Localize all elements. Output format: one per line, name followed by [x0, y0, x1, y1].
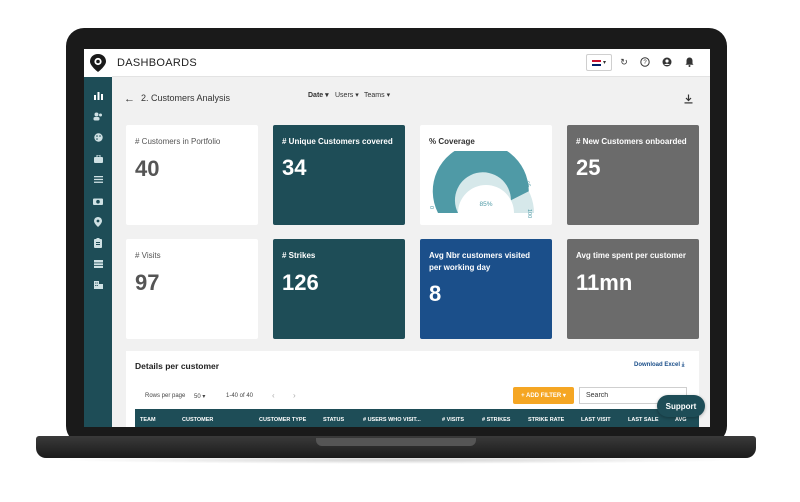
- users-icon[interactable]: [84, 106, 112, 127]
- download-icon[interactable]: [684, 94, 693, 106]
- logo-pin-icon: [90, 54, 106, 72]
- details-panel: Details per customer Download Excel ⤓ Ro…: [126, 351, 699, 427]
- sidebar: [84, 49, 112, 427]
- language-selector[interactable]: ▾: [586, 54, 612, 71]
- clipboard-icon[interactable]: [84, 232, 112, 253]
- app-logo[interactable]: [84, 49, 112, 77]
- kpi-card-strikes: # Strikes 126: [273, 239, 405, 339]
- building-icon[interactable]: [84, 274, 112, 295]
- help-icon[interactable]: ?: [639, 56, 651, 68]
- table-icon[interactable]: [84, 253, 112, 274]
- account-icon[interactable]: [661, 56, 673, 68]
- kpi-card-coverage: % Coverage 85% 0 100 85: [420, 125, 552, 225]
- app-title: DASHBOARDS: [117, 57, 198, 69]
- support-button[interactable]: Support: [657, 395, 705, 417]
- sidebar-nav: [84, 85, 112, 295]
- kpi-card-customers-portfolio: # Customers in Portfolio 40: [126, 125, 258, 225]
- page-title: 2. Customers Analysis: [141, 93, 231, 103]
- kpi-card-unique-customers: # Unique Customers covered 34: [273, 125, 405, 225]
- filter-users[interactable]: Users ▾: [335, 91, 359, 99]
- kpi-card-avg-time: Avg time spent per customer 11mn: [567, 239, 699, 339]
- back-arrow-icon[interactable]: ←: [124, 93, 135, 105]
- gauge-max-label: 100: [526, 209, 532, 218]
- briefcase-icon[interactable]: [84, 148, 112, 169]
- chevron-down-icon: ▾: [602, 60, 606, 66]
- chart-icon[interactable]: [84, 85, 112, 106]
- top-bar: DASHBOARDS ▾ ↻ ?: [112, 49, 710, 77]
- column-header[interactable]: AVG: [675, 417, 687, 423]
- gauge-value: 85%: [479, 201, 492, 208]
- list-icon[interactable]: [84, 169, 112, 190]
- location-icon[interactable]: [84, 211, 112, 232]
- column-header[interactable]: STATUS: [323, 417, 344, 423]
- pagination-range: 1-40 of 40: [226, 393, 254, 399]
- palette-icon[interactable]: [84, 127, 112, 148]
- uk-flag-icon: [591, 59, 601, 66]
- laptop-hinge: [316, 438, 476, 446]
- laptop-shadow: [60, 456, 740, 464]
- add-filter-button[interactable]: + ADD FILTER ▾: [513, 387, 574, 404]
- rows-per-page-select[interactable]: 50 ▾: [194, 393, 205, 400]
- column-header[interactable]: # VISITS: [442, 417, 464, 423]
- bell-icon[interactable]: [683, 56, 695, 68]
- column-header[interactable]: # STRIKES: [482, 417, 510, 423]
- kpi-card-visits: # Visits 97: [126, 239, 258, 339]
- filter-teams[interactable]: Teams ▾: [364, 91, 390, 99]
- column-header[interactable]: LAST VISIT: [581, 417, 611, 423]
- refresh-icon[interactable]: ↻: [618, 56, 630, 68]
- column-header[interactable]: CUSTOMER TYPE: [259, 417, 306, 423]
- rows-per-page-label: Rows per page: [145, 393, 186, 399]
- download-icon: ⤓: [681, 362, 685, 368]
- table-header: TEAM CUSTOMER CUSTOMER TYPE STATUS # USE…: [135, 409, 699, 427]
- app-screen: DASHBOARDS ▾ ↻ ? ← 2. Customers Analysis…: [84, 49, 710, 427]
- column-header[interactable]: # USERS WHO VISIT...: [363, 417, 421, 423]
- kpi-card-new-customers: # New Customers onboarded 25: [567, 125, 699, 225]
- next-page-icon[interactable]: ›: [293, 391, 296, 400]
- filter-date[interactable]: Date ▾: [308, 91, 329, 99]
- column-header[interactable]: LAST SALE: [628, 417, 659, 423]
- camera-icon[interactable]: [84, 190, 112, 211]
- chevron-down-icon: ▾: [562, 393, 566, 399]
- download-excel-link[interactable]: Download Excel ⤓: [634, 362, 684, 369]
- gauge-min-label: 0: [430, 206, 436, 209]
- prev-page-icon[interactable]: ‹: [272, 391, 275, 400]
- kpi-card-avg-customers-visited: Avg Nbr customers visited per working da…: [420, 239, 552, 339]
- column-header[interactable]: STRIKE RATE: [528, 417, 564, 423]
- details-title: Details per customer: [135, 361, 220, 371]
- coverage-gauge: 85% 0 100 85: [430, 151, 534, 218]
- column-header[interactable]: CUSTOMER: [182, 417, 213, 423]
- column-header[interactable]: TEAM: [140, 417, 156, 423]
